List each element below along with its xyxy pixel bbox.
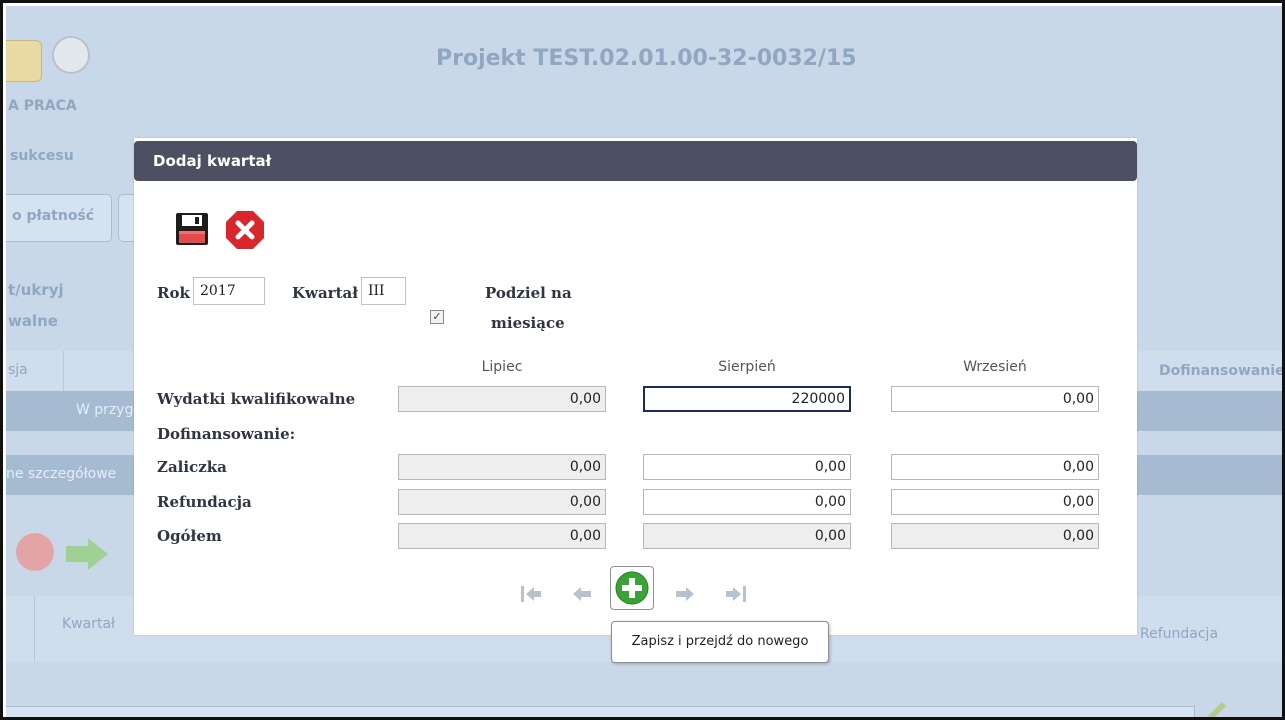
refundacja-sierpien-field[interactable]: 0,00 [643, 489, 851, 515]
bg-text-platnosc: o płatność [12, 208, 95, 224]
project-title: Projekt TEST.02.01.00-32-0032/15 [436, 46, 857, 71]
podziel-label-line2: miesiące [491, 314, 565, 332]
podziel-checkbox[interactable]: ✓ [430, 310, 444, 324]
rok-input[interactable]: 2017 [193, 277, 265, 305]
column-header-wrzesien: Wrzesień [963, 359, 1027, 375]
bg-divider-2 [34, 596, 35, 662]
first-record-icon[interactable] [519, 584, 543, 608]
kwartal-input[interactable]: III [361, 277, 406, 305]
bg-cancel-icon [16, 533, 54, 571]
row-label-wydatki: Wydatki kwalifikowalne [157, 390, 356, 408]
save-icon[interactable] [174, 211, 210, 251]
add-new-tooltip: Zapisz i przejdź do nowego [611, 621, 829, 663]
bg-text-sja: sja [8, 362, 28, 378]
wydatki-lipiec-field: 0,00 [398, 386, 606, 412]
cancel-icon[interactable] [225, 210, 265, 254]
bg-divider [63, 351, 64, 391]
zaliczka-wrzesien-field[interactable]: 0,00 [891, 454, 1099, 480]
zaliczka-lipiec-field: 0,00 [398, 454, 606, 480]
bg-text-refundacja: Refundacja [1140, 626, 1219, 642]
magnifier-coin-icon [52, 36, 90, 74]
bg-text-praca: A PRACA [8, 98, 77, 114]
folder-icon [6, 40, 42, 82]
bg-text-kwartal: Kwartał [62, 616, 116, 632]
row-label-ogolem: Ogółem [157, 527, 222, 545]
bg-text-sukcesu: sukcesu [10, 148, 74, 164]
bg-text-ukryj: t/ukryj [8, 281, 64, 299]
column-header-sierpien: Sierpień [718, 359, 776, 375]
refundacja-wrzesien-field[interactable]: 0,00 [891, 489, 1099, 515]
bg-edit-icon [1204, 696, 1234, 717]
add-new-icon[interactable] [610, 566, 654, 610]
column-header-lipiec: Lipiec [481, 359, 523, 375]
previous-record-icon[interactable] [571, 584, 593, 608]
last-record-icon[interactable] [724, 584, 748, 608]
row-label-zaliczka: Zaliczka [157, 458, 227, 476]
wydatki-sierpien-field[interactable]: 220000 [643, 386, 851, 412]
kwartal-label: Kwartał [292, 284, 358, 302]
row-label-refundacja: Refundacja [157, 493, 252, 511]
row-label-dofinansowanie: Dofinansowanie: [157, 425, 296, 443]
app-window: Projekt TEST.02.01.00-32-0032/15 A PRACA… [0, 0, 1285, 720]
wydatki-wrzesien-field[interactable]: 0,00 [891, 386, 1099, 412]
next-record-icon[interactable] [674, 584, 696, 608]
dialog-title: Dodaj kwartał [134, 141, 1137, 181]
bg-text-dofinansowanie: Dofinansowanie [1159, 363, 1285, 379]
add-quarter-dialog: Dodaj kwartał Rok 2017 Kwartał III Podzi… [134, 138, 1137, 635]
refundacja-lipiec-field: 0,00 [398, 489, 606, 515]
podziel-label-line1: Podziel na [485, 284, 572, 302]
bg-text-w-przyg: W przyg [76, 402, 134, 418]
ogolem-sierpien-field: 0,00 [643, 523, 851, 549]
ogolem-wrzesien-field: 0,00 [891, 523, 1099, 549]
zaliczka-sierpien-field[interactable]: 0,00 [643, 454, 851, 480]
bg-arrow-right-icon [64, 536, 110, 576]
bg-text-szczegolowe: ne szczegółowe [6, 466, 117, 482]
bg-text-walne: walne [8, 312, 58, 330]
ogolem-lipiec-field: 0,00 [398, 523, 606, 549]
bg-bottom-input [6, 706, 1195, 717]
rok-label: Rok [157, 284, 190, 302]
